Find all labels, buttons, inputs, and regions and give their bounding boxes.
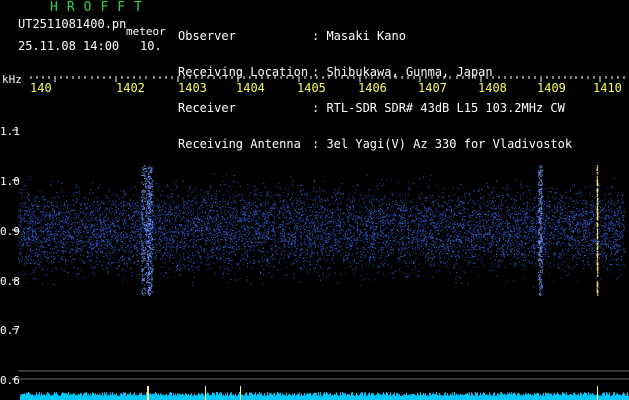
baseline-signal-bar: [20, 386, 629, 400]
time-label-6: 1407: [418, 81, 447, 95]
datetime-label: 25.11.08 14:00: [18, 39, 120, 53]
interval-label: 10.: [140, 39, 162, 53]
info-value-observer: : Masaki Kano: [312, 29, 406, 43]
y-tick-0-8: 0.8: [0, 275, 20, 288]
app-title: HROFFT: [50, 0, 151, 15]
info-value-antenna: : 3el Yagi(V) Az 330 for Vladivostok: [312, 137, 573, 151]
info-label-observer: Observer: [178, 29, 236, 43]
file-name: UT2511081400.pn: [18, 17, 127, 31]
info-label-receiver: Receiver: [178, 101, 236, 115]
y-tick-1-1: 1.1: [0, 125, 20, 138]
mode-label: meteor: [126, 25, 166, 38]
time-label-7: 1408: [478, 81, 507, 95]
time-label-4: 1405: [297, 81, 326, 95]
info-value-location: : Shibukawa, Gunma, Japan: [312, 65, 493, 79]
noise-band: [18, 165, 625, 296]
reference-lines: [18, 370, 629, 380]
y-tick-0-7: 0.7: [0, 324, 20, 337]
time-label-3: 1404: [236, 81, 265, 95]
y-axis-unit: kHz: [2, 73, 22, 86]
time-label-2: 1403: [178, 81, 207, 95]
info-value-receiver: : RTL-SDR SDR# 43dB L15 103.2MHz CW: [312, 101, 565, 115]
time-label-1: 1402: [116, 81, 145, 95]
info-label-antenna: Receiving Antenna: [178, 137, 301, 151]
time-label-5: 1406: [358, 81, 387, 95]
info-label-location: Receiving Location: [178, 65, 309, 79]
time-label-9: 1410: [593, 81, 622, 95]
y-tick-0-9: 0.9: [0, 225, 20, 238]
time-label-8: 1409: [537, 81, 566, 95]
y-tick-1-0: 1.0: [0, 175, 20, 188]
time-label-0: 140: [30, 81, 52, 95]
y-tick-0-6: 0.6: [0, 374, 20, 387]
